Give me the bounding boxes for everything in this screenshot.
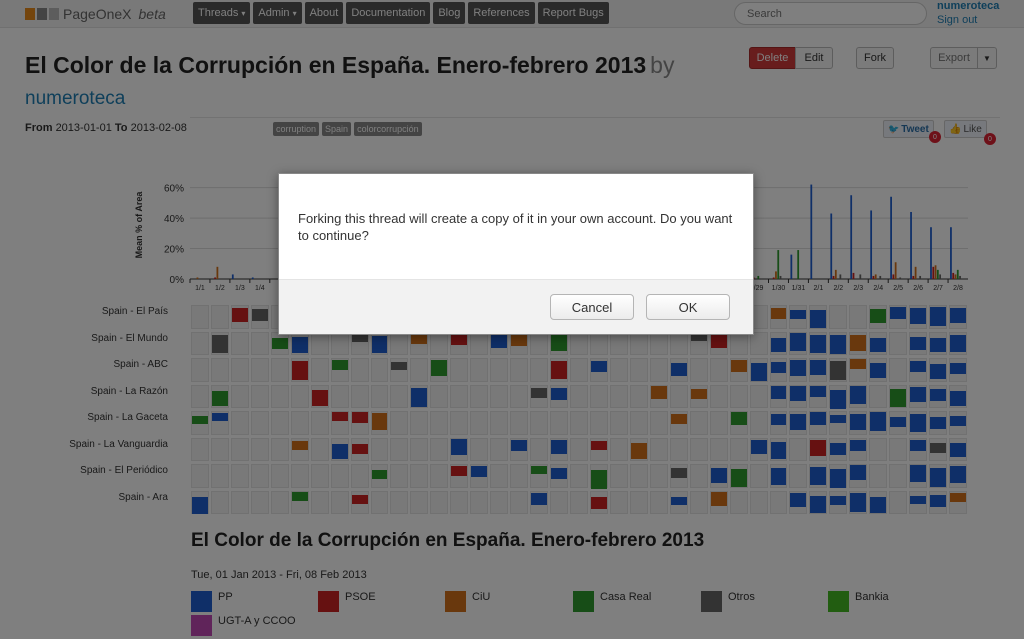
dialog-message: Forking this thread will create a copy o… <box>298 211 733 243</box>
ok-button[interactable]: OK <box>646 294 730 320</box>
dialog-footer: Cancel OK <box>279 279 753 334</box>
fork-confirm-dialog: Forking this thread will create a copy o… <box>278 173 754 335</box>
cancel-button[interactable]: Cancel <box>550 294 634 320</box>
